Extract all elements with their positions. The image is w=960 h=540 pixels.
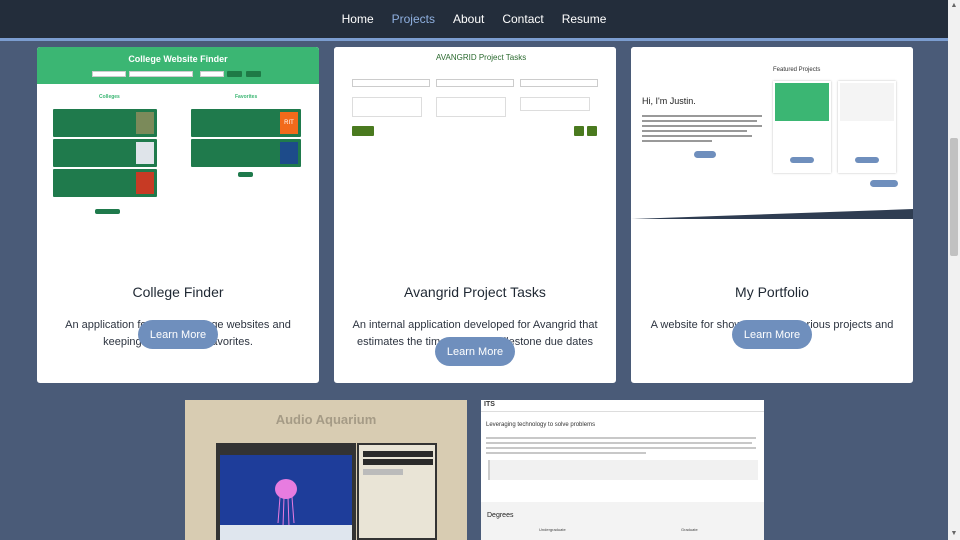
pf-footer-wedge bbox=[631, 209, 913, 219]
avangrid-logo: AVANGRID Project Tasks bbox=[436, 53, 527, 62]
nav-home-link[interactable]: Home bbox=[342, 12, 374, 26]
project-card-its: ITS Leveraging technology to solve probl… bbox=[481, 400, 764, 540]
portfolio-screenshot: Hi, I'm Justin. Featured Projects bbox=[631, 47, 913, 219]
aquarium-controls bbox=[357, 443, 437, 540]
nav-border bbox=[0, 38, 948, 41]
learn-more-button[interactable]: Learn More bbox=[732, 320, 812, 349]
avangrid-screenshot: AVANGRID Project Tasks bbox=[334, 47, 616, 219]
project-card-avangrid: AVANGRID Project Tasks Avangrid Project … bbox=[334, 47, 616, 383]
download-button[interactable] bbox=[352, 126, 374, 136]
project-card-college-finder: College Website Finder Colleges Favorite… bbox=[37, 47, 319, 383]
nav-projects-link[interactable]: Projects bbox=[392, 12, 435, 26]
rit-badge: RIT bbox=[280, 112, 298, 134]
project-card-portfolio: Hi, I'm Justin. Featured Projects My Por… bbox=[631, 47, 913, 383]
its-undergrad-label: Undergraduate bbox=[539, 527, 566, 532]
scroll-down-arrow-icon[interactable]: ▼ bbox=[948, 528, 960, 540]
card-title: College Finder bbox=[132, 284, 224, 300]
aquarium-title: Audio Aquarium bbox=[275, 412, 377, 427]
pf-featured-heading: Featured Projects bbox=[773, 67, 821, 73]
nav-about-link[interactable]: About bbox=[453, 12, 484, 26]
its-degrees-heading: Degrees bbox=[487, 512, 514, 519]
card-title: Avangrid Project Tasks bbox=[404, 284, 546, 300]
cf-thumb-title: College Website Finder bbox=[128, 54, 228, 64]
jellyfish-illustration bbox=[220, 479, 352, 540]
its-logo: ITS bbox=[484, 401, 495, 408]
page-scrollbar[interactable]: ▲ ▼ bbox=[948, 0, 960, 540]
learn-more-button[interactable]: Learn More bbox=[435, 337, 515, 366]
cf-colleges-heading: Colleges bbox=[99, 94, 120, 100]
card-title: My Portfolio bbox=[735, 284, 809, 300]
scroll-up-arrow-icon[interactable]: ▲ bbox=[948, 0, 960, 12]
project-card-audio-aquarium: Audio Aquarium bbox=[185, 400, 467, 540]
top-nav: Home Projects About Contact Resume bbox=[0, 0, 948, 38]
cf-favorites-heading: Favorites bbox=[235, 94, 258, 100]
its-heading: Leveraging technology to solve problems bbox=[486, 422, 596, 428]
nav-resume-link[interactable]: Resume bbox=[562, 12, 607, 26]
nav-contact-link[interactable]: Contact bbox=[502, 12, 543, 26]
its-grad-label: Graduate bbox=[681, 527, 698, 532]
pf-greeting: Hi, I'm Justin. bbox=[642, 96, 696, 106]
college-finder-screenshot: College Website Finder Colleges Favorite… bbox=[37, 47, 319, 219]
learn-more-button[interactable]: Learn More bbox=[138, 320, 218, 349]
scrollbar-thumb[interactable] bbox=[950, 138, 958, 256]
